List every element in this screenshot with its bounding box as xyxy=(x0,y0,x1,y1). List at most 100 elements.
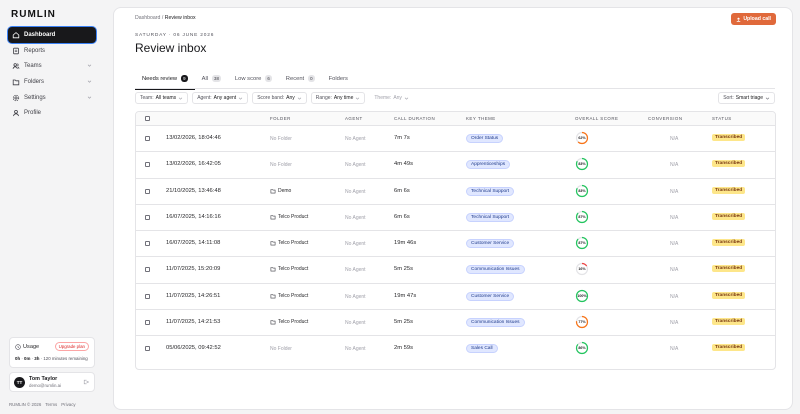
sidebar-item-teams[interactable]: Teams xyxy=(8,58,96,74)
filter-agent[interactable]: Agent: Any agent xyxy=(192,92,249,104)
select-all-checkbox[interactable] xyxy=(145,116,150,121)
tab-folders[interactable]: Folders xyxy=(322,68,355,89)
tab-count-badge: 9 xyxy=(181,75,188,82)
tab-count-badge: 6 xyxy=(265,75,272,82)
folder-cell: No Folder xyxy=(270,346,292,353)
filter-range[interactable]: Range: Any time xyxy=(310,92,366,104)
sidebar-item-dashboard[interactable]: Dashboard xyxy=(8,27,96,43)
column-header-folder[interactable]: FOLDER xyxy=(270,116,291,121)
key-theme-tag: Customer Service xyxy=(466,291,515,301)
breadcrumb-dashboard[interactable]: Dashboard xyxy=(135,15,160,21)
conversion-cell: N/A xyxy=(670,320,679,327)
sidebar-item-label: Teams xyxy=(24,63,42,70)
column-header-conversion[interactable]: CONVERSION xyxy=(648,116,683,121)
column-header-agent[interactable]: AGENT xyxy=(345,116,363,121)
filter-score-band[interactable]: Score band: Any xyxy=(252,92,307,104)
folder-cell: Telco Product xyxy=(270,214,308,220)
usage-title: Usage xyxy=(15,344,39,350)
key-theme-tag: Apprenticeships xyxy=(466,160,511,170)
score-value: 77% xyxy=(578,320,586,325)
overall-score-ring: 62% xyxy=(575,131,589,145)
sidebar-nav: Dashboard Reports Teams Folders Settings Prof… xyxy=(8,27,96,121)
sidebar-item-reports[interactable]: Reports xyxy=(8,43,96,59)
privacy-link[interactable]: Privacy xyxy=(61,402,75,407)
folder-icon xyxy=(12,78,20,86)
agent-cell: No Agent xyxy=(345,162,366,169)
filter-team[interactable]: Team: All teams xyxy=(135,92,189,104)
user-icon xyxy=(12,109,20,117)
sidebar-item-folders[interactable]: Folders xyxy=(8,74,96,90)
terms-link[interactable]: Terms xyxy=(45,402,57,407)
folder-cell: Telco Product xyxy=(270,319,308,325)
tab-count-badge: 38 xyxy=(212,75,221,82)
folder-cell: Telco Product xyxy=(270,240,308,246)
sort-select[interactable]: Sort: Smart triage xyxy=(718,92,775,104)
status-badge: Transcribed xyxy=(712,134,746,141)
filter-bar: Team: All teams Agent: Any agent Score band:… xyxy=(135,92,775,104)
filter-theme[interactable]: Theme: Any xyxy=(369,92,414,104)
table-row[interactable]: 16/07/2025, 14:16:16 Telco Product No Agen… xyxy=(136,205,775,232)
table-body: 13/02/2026, 18:04:46 No Folder No Agent 7m … xyxy=(136,126,775,363)
folder-icon xyxy=(270,188,276,193)
table-row[interactable]: 16/07/2025, 14:11:08 Telco Product No Agen… xyxy=(136,231,775,258)
table-row[interactable]: 13/02/2026, 16:42:05 No Folder No Agent 4m … xyxy=(136,152,775,179)
brand-logo[interactable]: RUMLIN xyxy=(11,9,56,20)
table-row[interactable]: 05/06/2025, 09:42:52 No Folder No Agent 2m … xyxy=(136,336,775,362)
gear-icon xyxy=(12,94,20,102)
conversion-cell: N/A xyxy=(670,214,679,221)
status-badge: Transcribed xyxy=(712,239,746,247)
table-row[interactable]: 21/10/2025, 13:46:48 Demo No Agent 6m 6s Tec… xyxy=(136,179,775,205)
upload-icon xyxy=(737,17,741,22)
tab-all[interactable]: All 38 xyxy=(195,68,228,89)
chevron-down-icon xyxy=(238,97,243,100)
tab-needs-review[interactable]: Needs review 9 xyxy=(135,68,195,90)
folder-icon xyxy=(270,320,276,325)
row-checkbox[interactable] xyxy=(145,267,150,273)
tab-recent[interactable]: Recent 0 xyxy=(279,68,322,89)
column-header-key-theme[interactable]: KEY THEME xyxy=(466,116,496,121)
status-badge: Transcribed xyxy=(712,291,746,299)
folder-icon xyxy=(270,215,276,220)
logout-icon[interactable] xyxy=(83,379,89,385)
column-header-call-duration[interactable]: CALL DURATION xyxy=(394,116,435,121)
folder-cell: Telco Product xyxy=(270,293,308,299)
row-checkbox[interactable] xyxy=(145,136,150,141)
table-row[interactable]: 11/07/2025, 14:21:53 Telco Product No Agen… xyxy=(136,310,775,337)
row-checkbox[interactable] xyxy=(145,162,150,168)
table-row[interactable]: 11/07/2025, 14:26:51 Telco Product No Agen… xyxy=(136,284,775,311)
column-header-overall-score[interactable]: OVERALL SCORE xyxy=(575,116,618,121)
sidebar-item-profile[interactable]: Profile xyxy=(8,105,96,121)
folder-icon xyxy=(270,293,276,299)
upload-call-button[interactable]: Upload call xyxy=(731,13,776,25)
status-badge: Transcribed xyxy=(712,160,746,168)
row-checkbox[interactable] xyxy=(145,346,150,352)
folder-icon xyxy=(270,267,276,272)
tab-low-score[interactable]: Low score 6 xyxy=(228,68,279,89)
key-theme-tag: Technical Support xyxy=(466,212,515,222)
row-checkbox[interactable] xyxy=(145,293,150,299)
row-checkbox[interactable] xyxy=(145,188,150,194)
table-row[interactable]: 11/07/2025, 15:20:09 Telco Product No Agen… xyxy=(136,257,775,284)
call-date: 11/07/2025, 15:20:09 xyxy=(166,266,221,273)
upgrade-plan-button[interactable]: Upgrade plan xyxy=(54,342,89,351)
user-card[interactable]: TT Tom Taylor demo@rumlin.ai xyxy=(9,372,95,392)
sidebar-item-label: Profile xyxy=(24,110,42,117)
usage-remaining: 0h · 0m · 3h · 120 minutes remaining xyxy=(15,356,88,361)
chevron-down-icon xyxy=(404,97,409,100)
sidebar-footer: RUMLIN © 2026 Terms Privacy xyxy=(9,402,76,407)
row-checkbox[interactable] xyxy=(145,241,150,247)
row-checkbox[interactable] xyxy=(145,214,150,220)
table-header: FOLDER AGENT CALL DURATION KEY THEME OVERALL… xyxy=(136,112,775,126)
conversion-cell: N/A xyxy=(670,241,679,248)
call-date: 21/10/2025, 13:46:48 xyxy=(166,187,221,194)
current-date: SATURDAY · 06 JUNE 2026 xyxy=(135,33,215,38)
status-badge: Transcribed xyxy=(712,344,746,352)
chevron-down-icon xyxy=(87,64,92,68)
sidebar-item-settings[interactable]: Settings xyxy=(8,90,96,106)
table-row[interactable]: 13/02/2026, 18:04:46 No Folder No Agent 7m … xyxy=(136,126,775,153)
column-header-status[interactable]: STATUS xyxy=(712,116,732,121)
row-checkbox[interactable] xyxy=(145,320,150,326)
status-badge: Transcribed xyxy=(712,212,746,220)
agent-cell: No Agent xyxy=(345,293,366,300)
overall-score-ring: 77% xyxy=(575,315,589,329)
